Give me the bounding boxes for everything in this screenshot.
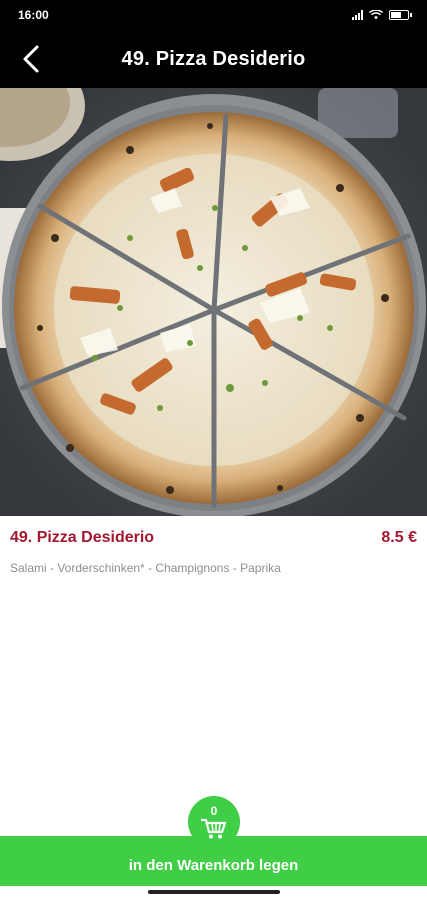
wifi-icon xyxy=(369,10,383,20)
product-detail-screen: 16:00 49. Pizza Desiderio 49. Pizza Desi… xyxy=(0,0,427,900)
status-time: 16:00 xyxy=(18,8,49,22)
app-header: 49. Pizza Desiderio xyxy=(0,30,427,88)
pizza-photo xyxy=(0,88,427,516)
back-button[interactable] xyxy=(14,42,48,76)
cart-count-badge: 0 xyxy=(210,803,218,818)
product-image xyxy=(0,88,427,516)
status-icons xyxy=(352,10,412,20)
status-bar: 16:00 xyxy=(0,0,427,30)
add-to-cart-label: in den Warenkorb legen xyxy=(128,856,299,874)
signal-icon xyxy=(352,10,363,20)
cart-button[interactable]: 0 xyxy=(188,796,240,848)
product-header-row: 49. Pizza Desiderio 8.5 € xyxy=(10,529,417,547)
page-title: 49. Pizza Desiderio xyxy=(121,47,306,70)
home-indicator[interactable] xyxy=(148,890,280,894)
battery-icon xyxy=(389,10,412,20)
shopping-cart-icon xyxy=(201,818,227,838)
product-description: Salami - Vorderschinken* - Champignons -… xyxy=(10,561,281,575)
product-price: 8.5 € xyxy=(381,529,417,546)
chevron-left-icon xyxy=(23,45,39,73)
product-name: 49. Pizza Desiderio xyxy=(10,529,155,546)
